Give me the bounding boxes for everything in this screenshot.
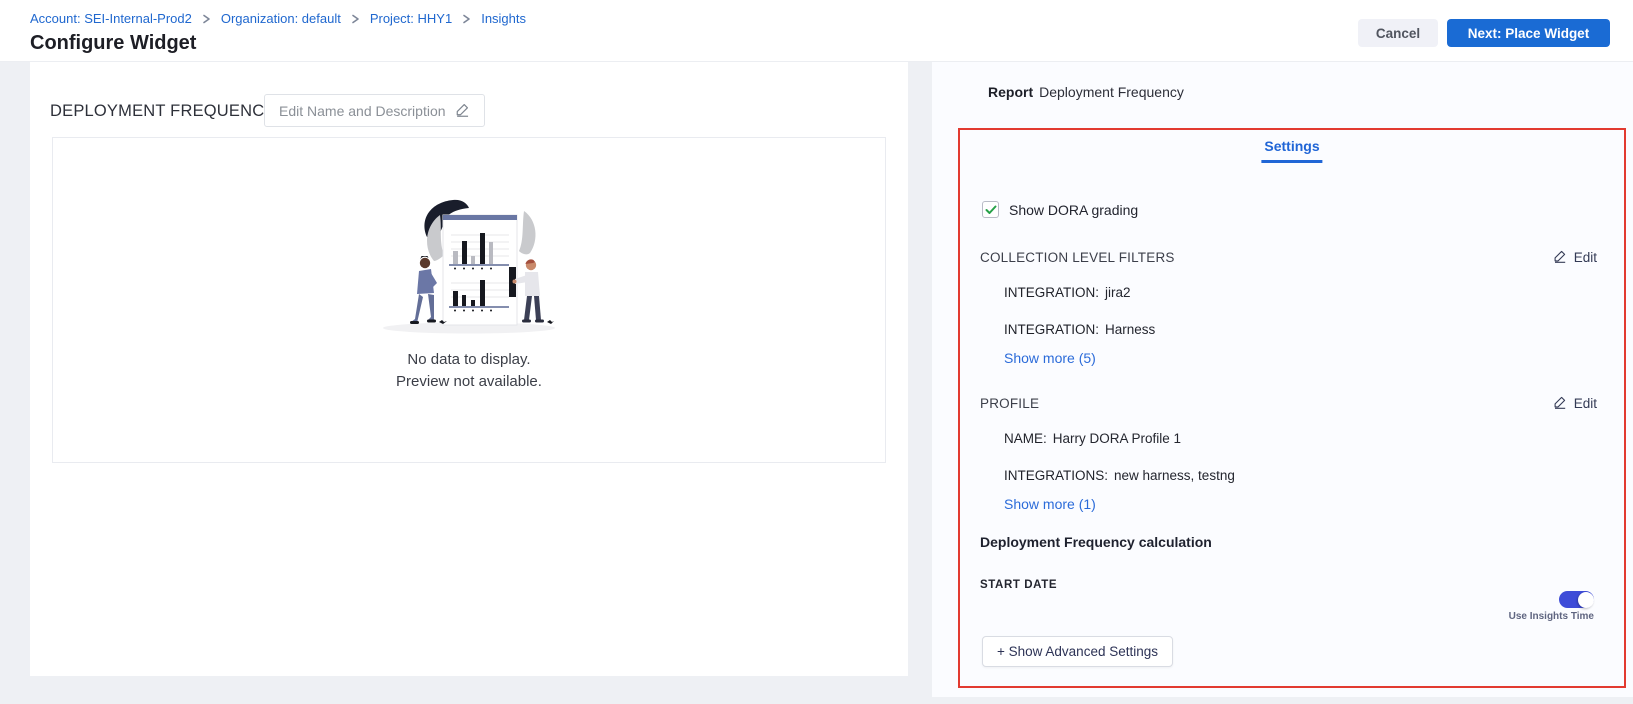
field-label: NAME: xyxy=(1004,431,1047,446)
breadcrumb-organization[interactable]: Organization: default xyxy=(221,11,341,26)
breadcrumb-project[interactable]: Project: HHY1 xyxy=(370,11,452,26)
profile-show-more-link[interactable]: Show more (1) xyxy=(1004,496,1096,512)
cancel-button[interactable]: Cancel xyxy=(1358,19,1438,47)
field-label: INTEGRATION: xyxy=(1004,285,1099,300)
breadcrumb: Account: SEI-Internal-Prod2 Organization… xyxy=(30,11,526,26)
report-value: Deployment Frequency xyxy=(1039,84,1184,100)
settings-highlight-box: Settings Show DORA grading COLLECTION LE… xyxy=(958,128,1626,688)
calculation-section-title: Deployment Frequency calculation xyxy=(980,534,1212,550)
widget-settings-panel: Report Deployment Frequency Settings Show… xyxy=(932,62,1633,697)
widget-preview-area: No data to display. Preview not availabl… xyxy=(52,137,886,463)
profile-title: PROFILE xyxy=(980,396,1039,411)
integration-field: INTEGRATION: Harness xyxy=(1004,322,1155,337)
chevron-right-icon xyxy=(202,14,211,24)
field-value: jira2 xyxy=(1105,285,1131,300)
dora-grading-label: Show DORA grading xyxy=(1009,202,1138,218)
dora-grading-checkbox[interactable] xyxy=(982,201,999,218)
pencil-icon xyxy=(1553,395,1567,412)
profile-header: PROFILE Edit xyxy=(980,395,1597,412)
widget-preview-card: DEPLOYMENT FREQUENCY Edit Name and Descr… xyxy=(30,62,908,676)
breadcrumb-insights[interactable]: Insights xyxy=(481,11,526,26)
use-insights-time-toggle[interactable] xyxy=(1559,591,1594,608)
edit-label: Edit xyxy=(1574,396,1597,411)
field-label: INTEGRATIONS: xyxy=(1004,468,1108,483)
profile-integrations-field: INTEGRATIONS: new harness, testng xyxy=(1004,468,1235,483)
chevron-right-icon xyxy=(462,14,471,24)
show-dora-grading-row[interactable]: Show DORA grading xyxy=(982,201,1138,218)
tab-settings[interactable]: Settings xyxy=(1261,138,1322,163)
checkmark-icon xyxy=(985,205,997,215)
collection-filters-header: COLLECTION LEVEL FILTERS Edit xyxy=(980,249,1597,266)
widget-name-title: DEPLOYMENT FREQUENCY xyxy=(50,102,276,121)
field-label: INTEGRATION: xyxy=(1004,322,1099,337)
start-date-label: START DATE xyxy=(980,579,1057,591)
empty-state-subtext: Preview not available. xyxy=(396,373,542,390)
report-label: Report xyxy=(988,84,1033,100)
profile-name-field: NAME: Harry DORA Profile 1 xyxy=(1004,431,1181,446)
chevron-right-icon xyxy=(351,14,360,24)
top-header: Account: SEI-Internal-Prod2 Organization… xyxy=(0,0,1633,62)
field-value: new harness, testng xyxy=(1114,468,1235,483)
report-line: Report Deployment Frequency xyxy=(988,84,1184,100)
edit-label: Edit xyxy=(1574,250,1597,265)
field-value: Harness xyxy=(1105,322,1155,337)
next-place-widget-button[interactable]: Next: Place Widget xyxy=(1447,19,1610,47)
collection-show-more-link[interactable]: Show more (5) xyxy=(1004,350,1096,366)
field-value: Harry DORA Profile 1 xyxy=(1053,431,1181,446)
toggle-knob xyxy=(1578,592,1594,608)
integration-field: INTEGRATION: jira2 xyxy=(1004,285,1131,300)
pencil-icon xyxy=(1553,249,1567,266)
insights-time-toggle-block: Use Insights Time xyxy=(1509,591,1594,622)
edit-name-description-button[interactable]: Edit Name and Description xyxy=(264,94,485,127)
page-title: Configure Widget xyxy=(30,32,196,55)
empty-state-text: No data to display. xyxy=(407,351,530,368)
show-advanced-settings-button[interactable]: + Show Advanced Settings xyxy=(982,636,1173,667)
collection-filters-edit-button[interactable]: Edit xyxy=(1553,249,1597,266)
edit-name-description-label: Edit Name and Description xyxy=(279,103,446,119)
collection-filters-title: COLLECTION LEVEL FILTERS xyxy=(980,250,1175,265)
empty-state-illustration xyxy=(381,195,557,335)
breadcrumb-account[interactable]: Account: SEI-Internal-Prod2 xyxy=(30,11,192,26)
use-insights-time-label: Use Insights Time xyxy=(1509,611,1594,622)
profile-edit-button[interactable]: Edit xyxy=(1553,395,1597,412)
pencil-icon xyxy=(455,102,470,120)
